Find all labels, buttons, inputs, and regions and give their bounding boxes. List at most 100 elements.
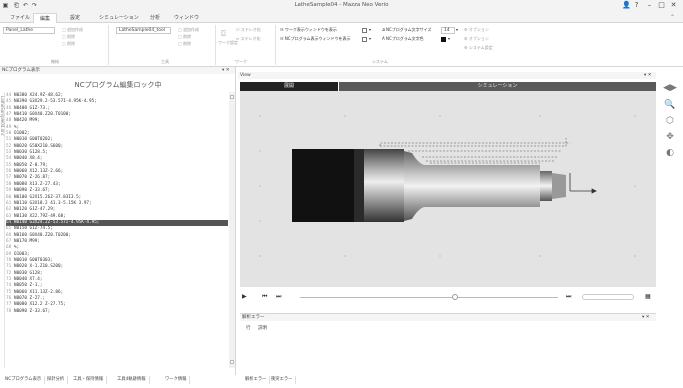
line-code: %;	[14, 245, 20, 251]
line-code: N0020 G50X210.S600;	[14, 143, 64, 149]
line-number: 78	[6, 308, 12, 314]
nc-lock-status: NCプログラム編集ロック中	[74, 81, 162, 89]
line-code: N0020 X-1.Z10.S200;	[14, 264, 64, 270]
pan-view-icon[interactable]: ◀▶	[663, 82, 677, 94]
zoom-icon[interactable]: 🔍	[663, 99, 677, 111]
line-code: N0040 X7.4;	[14, 276, 43, 282]
menu-bar: ファイル 編集 設定 シミュレーション 分析 ウィンドウ ⌃	[0, 12, 683, 23]
machine-add-button[interactable]: ▢ 追加作成	[62, 27, 83, 33]
nc-code-editor[interactable]: 44 N0380 X24.9Z-48.62; 45 N0390 G3X29.2-53.…	[6, 93, 228, 315]
account-icon[interactable]: 👤	[622, 1, 631, 10]
view-panel-menu-icon[interactable]: ▾ ✕	[644, 72, 651, 79]
help-icon[interactable]: ?	[632, 1, 641, 10]
line-code: N0400 G1Z-73.;	[14, 105, 51, 111]
line-code: N0120 G1Z-47.29;	[14, 207, 56, 213]
group-label-machine: 機械	[51, 59, 59, 64]
tab-tool-path[interactable]: 工具4軌跡情報	[114, 376, 150, 384]
panel-menu-icon[interactable]: ▾ ✕	[222, 67, 229, 74]
view-tab-simulation[interactable]: シミュレーション	[339, 82, 656, 91]
maximize-button[interactable]: □	[657, 1, 666, 10]
shading-icon[interactable]: ◐	[663, 147, 677, 159]
nc-font-size-input[interactable]: 14	[441, 27, 455, 34]
option-button-1[interactable]: ⚙ オプション	[464, 27, 489, 33]
playback-thumb[interactable]	[451, 294, 458, 300]
line-code: N0420 M99;	[14, 118, 40, 124]
speed-slider[interactable]	[582, 294, 634, 300]
tool-delete-button[interactable]: ▢ 削除	[178, 34, 191, 40]
line-code: N0060 X11.13Z-2.86;	[14, 289, 64, 295]
minimize-button[interactable]: –	[645, 1, 654, 10]
axis-indicator	[569, 173, 597, 194]
nc-line[interactable]: 78 N0090 Z-33.67;	[6, 309, 228, 315]
nc-scrollbar[interactable]	[229, 92, 235, 368]
nc-file-gutter: LatheSample04.dnc	[0, 92, 5, 368]
menu-window[interactable]: ウィンドウ	[168, 13, 205, 23]
menu-settings[interactable]: 設定	[64, 13, 86, 23]
title-bar: ▣ ⎗ ↶ ↷ LatheSample04 - Mazza Neo Verio …	[0, 0, 683, 12]
playback-track[interactable]	[300, 297, 558, 298]
machine-delete-button[interactable]: ▢ 削除	[62, 34, 75, 40]
menu-file[interactable]: ファイル	[4, 13, 36, 23]
tab-analysis-errors[interactable]: 解析エラー	[242, 376, 271, 384]
error-panel-menu-icon[interactable]: ▾ ✕	[642, 314, 649, 321]
error-panel-header: 解析エラー ▾ ✕	[240, 314, 656, 321]
view-tab-expand[interactable]: 展開	[240, 82, 338, 91]
workpiece-settings-button[interactable]: ワーク設定	[218, 40, 238, 46]
show-nc-window-toggle[interactable]: ☷ NCプログラム表示ウィンドウを表示	[280, 36, 351, 42]
error-panel: 解析エラー ▾ ✕ 行 説明	[240, 313, 656, 374]
line-code: N0160 G0X40.Z20.T0200;	[14, 232, 71, 238]
menu-simulation[interactable]: シミュレーション	[93, 13, 145, 23]
jump-end-button[interactable]: ⏭	[566, 293, 571, 301]
tool-add-button[interactable]: ▢ 追加作成	[178, 27, 199, 33]
step-forward-button[interactable]: ⏭	[276, 293, 281, 301]
rotate-icon[interactable]: ✥	[663, 131, 677, 143]
nc-file-label: LatheSample04.dnc	[0, 96, 5, 136]
machine-remove-button[interactable]: ▢ 削除	[62, 41, 75, 47]
simulation-canvas[interactable]	[240, 91, 656, 287]
font-size-dropdown-icon[interactable]: ▾	[456, 27, 458, 33]
workpiece-large-diameter	[364, 149, 404, 222]
scroll-down-icon[interactable]	[230, 360, 234, 364]
tab-tool-holder[interactable]: 工具・保持情報	[70, 376, 108, 384]
display-style-dropdown[interactable]: ▾	[362, 36, 371, 42]
menu-edit[interactable]: 編集	[33, 13, 58, 23]
play-button[interactable]: ▶	[242, 293, 247, 301]
line-code: N0140 G3X24.2Z-53.57I-4.95K-4.95;	[14, 219, 100, 225]
scroll-up-icon[interactable]	[230, 95, 234, 99]
line-code: N0150 G1Z-74.5;	[14, 226, 53, 232]
stl-button-2[interactable]: ⇔ ステレオ化	[236, 36, 261, 42]
machine-dropdown[interactable]: Panel_Lathe	[3, 27, 55, 34]
step-back-button[interactable]: ⏮	[262, 293, 267, 301]
tool-dropdown[interactable]: LatheSample04_tool	[116, 27, 171, 34]
menu-analysis[interactable]: 分析	[144, 13, 166, 23]
show-work-window-toggle[interactable]: ☷ ワーク表示ウィンドウを表示	[280, 27, 337, 33]
collapse-ribbon-icon[interactable]: ⌃	[670, 14, 675, 21]
view-cube-icon[interactable]: ⬡	[663, 115, 677, 127]
option-button-2[interactable]: ⚙ オプション	[464, 36, 489, 42]
line-code: N0410 G0X40.Z20.T0100;	[14, 112, 71, 118]
line-code: N0050 Z-1.;	[14, 283, 43, 289]
nc-font-color-label: A NCプログラム文字色	[382, 36, 424, 41]
line-code: N0080 X12.2 Z-27.75;	[14, 302, 66, 308]
line-code: N0070 Z-27.;	[14, 296, 46, 301]
stl-button-1[interactable]: ⎔ ステレオ化	[236, 27, 261, 33]
lathe-model	[259, 115, 636, 257]
line-code: N0010 G00T0303;	[14, 257, 53, 263]
options-button[interactable]: ▦	[645, 293, 651, 301]
system-settings-button[interactable]: ⚙ システム設定	[464, 45, 493, 51]
line-code: N0080 X13.Z-27.43;	[14, 181, 61, 187]
tool-remove-button[interactable]: ▢ 削除	[178, 41, 191, 47]
line-code: N0090 Z-33.67;	[14, 308, 51, 314]
line-code: N0100 G2X15.26Z-37.83I3.5;	[14, 194, 82, 200]
nc-font-color-picker[interactable]: ▾	[441, 36, 450, 42]
display-mode-dropdown[interactable]: ▾	[362, 27, 371, 33]
tab-nc-program[interactable]: NCプログラム表示	[2, 376, 46, 384]
close-button[interactable]: ✕	[669, 1, 678, 10]
ribbon: Panel_Lathe ▢ 追加作成 ▢ 削除 ▢ 削除 機械 LatheSam…	[0, 23, 683, 67]
ribbon-separator	[215, 25, 216, 65]
tab-workpiece[interactable]: ワーク情報	[162, 376, 191, 384]
tab-collision-errors[interactable]: 衝突エラー	[268, 376, 297, 384]
nc-font-size-label: 𝐴 NCプログラム文字サイズ	[382, 27, 432, 32]
tab-probe-analysis[interactable]: 探針分析	[44, 376, 69, 384]
error-panel-title: 解析エラー	[242, 315, 265, 320]
